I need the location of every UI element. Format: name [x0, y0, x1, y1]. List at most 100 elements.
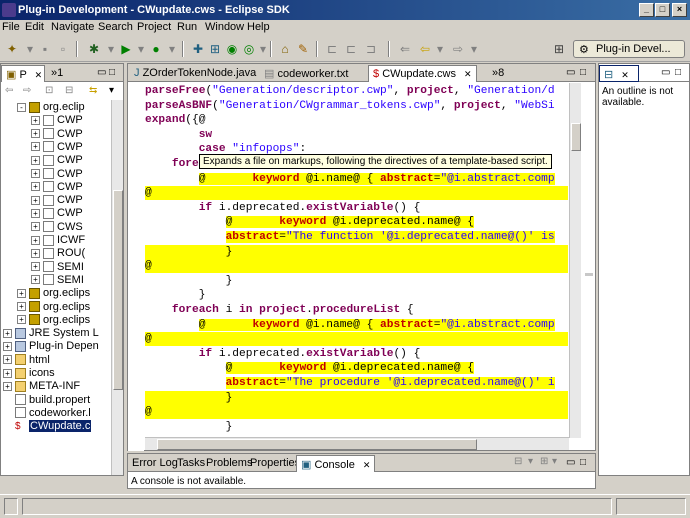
- expand-icon[interactable]: +: [31, 248, 40, 258]
- close-icon[interactable]: ✕: [35, 70, 43, 80]
- open-console-dropdown-icon[interactable]: ▾: [552, 456, 557, 467]
- tree-item[interactable]: $ CWupdate.c: [15, 420, 92, 433]
- back-dropdown-icon[interactable]: ▾: [432, 41, 448, 57]
- tree-item[interactable]: + Plug-in Depen: [3, 340, 99, 353]
- run-icon[interactable]: ▶: [118, 41, 134, 57]
- tree-item[interactable]: + CWP: [31, 128, 83, 141]
- maximize-editor-icon[interactable]: □: [580, 67, 586, 78]
- last-edit-icon[interactable]: ⊐: [363, 41, 379, 57]
- expand-icon[interactable]: +: [31, 195, 40, 205]
- console-dropdown-icon[interactable]: ▾: [528, 456, 533, 467]
- print-icon[interactable]: ▫: [55, 41, 71, 57]
- collapse-icon[interactable]: -: [17, 102, 26, 112]
- expand-icon[interactable]: +: [3, 381, 12, 391]
- menu-run[interactable]: Run: [177, 21, 197, 33]
- new-icon[interactable]: ✦: [4, 41, 20, 57]
- scrollbar-thumb[interactable]: [113, 190, 123, 390]
- forward-dropdown-icon[interactable]: ▾: [466, 41, 482, 57]
- up-icon[interactable]: ⊡: [45, 85, 53, 96]
- external-tools-icon[interactable]: ●: [148, 41, 164, 57]
- fast-view-icon[interactable]: [4, 498, 18, 515]
- expand-icon[interactable]: +: [31, 208, 40, 218]
- tree-item[interactable]: build.propert: [15, 394, 90, 407]
- class-dropdown-icon[interactable]: ▾: [255, 41, 271, 57]
- minimize-view-icon[interactable]: ▭: [97, 67, 106, 78]
- display-console-icon[interactable]: ⊟: [514, 456, 522, 467]
- menu-search[interactable]: Search: [98, 21, 133, 33]
- forward-icon[interactable]: ⇨: [450, 41, 466, 57]
- back-icon[interactable]: ⇐: [397, 41, 413, 57]
- close-icon[interactable]: ✕: [464, 69, 472, 79]
- debug-icon[interactable]: ✱: [86, 41, 102, 57]
- explorer-vertical-scrollbar[interactable]: [111, 100, 123, 475]
- tab-more-editors[interactable]: »8: [488, 65, 508, 82]
- link-with-editor-icon[interactable]: ⇆: [89, 85, 97, 96]
- open-type-icon[interactable]: ⌂: [277, 41, 293, 57]
- new-java-project-icon[interactable]: ✚: [190, 41, 206, 57]
- close-button[interactable]: ×: [672, 3, 687, 17]
- view-menu-icon[interactable]: ▾: [109, 85, 114, 96]
- tree-item[interactable]: + JRE System L: [3, 327, 99, 340]
- tree-item[interactable]: + SEMI: [31, 274, 84, 287]
- minimize-editor-icon[interactable]: ▭: [566, 67, 575, 78]
- tree-item[interactable]: + ROU(: [31, 247, 85, 260]
- tab-outline[interactable]: ⊟ ✕: [599, 65, 639, 82]
- forward-arrow-icon[interactable]: ⇨: [23, 85, 31, 96]
- tree-item[interactable]: + ICWF: [31, 234, 85, 247]
- close-icon[interactable]: ✕: [363, 460, 371, 470]
- expand-icon[interactable]: +: [31, 182, 40, 192]
- maximize-button[interactable]: □: [655, 3, 670, 17]
- tree-item[interactable]: codeworker.l: [15, 407, 91, 420]
- expand-icon[interactable]: +: [31, 235, 40, 245]
- expand-icon[interactable]: +: [31, 129, 40, 139]
- tree-item[interactable]: - org.eclip: [17, 101, 85, 114]
- tree-item[interactable]: + CWP: [31, 207, 83, 220]
- minimize-view-icon[interactable]: ▭: [661, 67, 670, 78]
- tab-codeworker-txt[interactable]: ▤ codeworker.txt: [260, 65, 352, 82]
- expand-icon[interactable]: +: [3, 355, 12, 365]
- tree-item[interactable]: + org.eclips: [17, 287, 90, 300]
- save-icon[interactable]: ▪: [37, 41, 53, 57]
- minimize-view-icon[interactable]: ▭: [566, 457, 575, 468]
- back-arrow-icon[interactable]: ⇦: [5, 85, 13, 96]
- editor-horizontal-scrollbar[interactable]: [145, 437, 569, 450]
- tab-package-explorer[interactable]: ▣ P ✕: [1, 65, 45, 82]
- tab-cwupdate-cws[interactable]: $ CWupdate.cws ✕: [368, 65, 477, 82]
- expand-icon[interactable]: +: [3, 328, 12, 338]
- debug-dropdown-icon[interactable]: ▾: [103, 41, 119, 57]
- tree-item[interactable]: + CWP: [31, 154, 83, 167]
- menu-project[interactable]: Project: [137, 21, 171, 33]
- next-annotation-icon[interactable]: ⊏: [324, 41, 340, 57]
- tree-item[interactable]: + CWP: [31, 168, 83, 181]
- expand-icon[interactable]: +: [31, 155, 40, 165]
- expand-icon[interactable]: +: [31, 142, 40, 152]
- search-icon[interactable]: ✎: [295, 41, 311, 57]
- dropdown-arrow-icon[interactable]: ▾: [22, 41, 38, 57]
- tree-item[interactable]: + CWP: [31, 181, 83, 194]
- menu-edit[interactable]: Edit: [25, 21, 44, 33]
- tree-item[interactable]: + icons: [3, 367, 55, 380]
- expand-icon[interactable]: +: [17, 315, 26, 325]
- expand-icon[interactable]: +: [31, 115, 40, 125]
- code-area[interactable]: } @ } abstract="The procedure '@i.depreca…: [145, 84, 568, 436]
- expand-icon[interactable]: +: [31, 262, 40, 272]
- tree-item[interactable]: + SEMI: [31, 261, 84, 274]
- expand-icon[interactable]: +: [31, 222, 40, 232]
- new-class-icon[interactable]: ◉: [224, 41, 240, 57]
- external-tools-dropdown-icon[interactable]: ▾: [164, 41, 180, 57]
- close-icon[interactable]: ✕: [621, 70, 629, 80]
- maximize-view-icon[interactable]: □: [109, 67, 115, 78]
- new-package-icon[interactable]: ⊞: [207, 41, 223, 57]
- maximize-view-icon[interactable]: □: [675, 67, 681, 78]
- expand-icon[interactable]: +: [3, 341, 12, 351]
- tree-item[interactable]: + org.eclips: [17, 314, 90, 327]
- tree-item[interactable]: + org.eclips: [17, 301, 90, 314]
- tree-item[interactable]: + META-INF: [3, 380, 80, 393]
- expand-icon[interactable]: +: [3, 368, 12, 378]
- scrollbar-thumb[interactable]: [157, 439, 477, 450]
- tree-item[interactable]: + CWS: [31, 221, 83, 234]
- prev-annotation-icon[interactable]: ⊏: [343, 41, 359, 57]
- tree-item[interactable]: + html: [3, 354, 50, 367]
- open-console-icon[interactable]: ⊞: [540, 456, 548, 467]
- minimize-button[interactable]: _: [639, 3, 654, 17]
